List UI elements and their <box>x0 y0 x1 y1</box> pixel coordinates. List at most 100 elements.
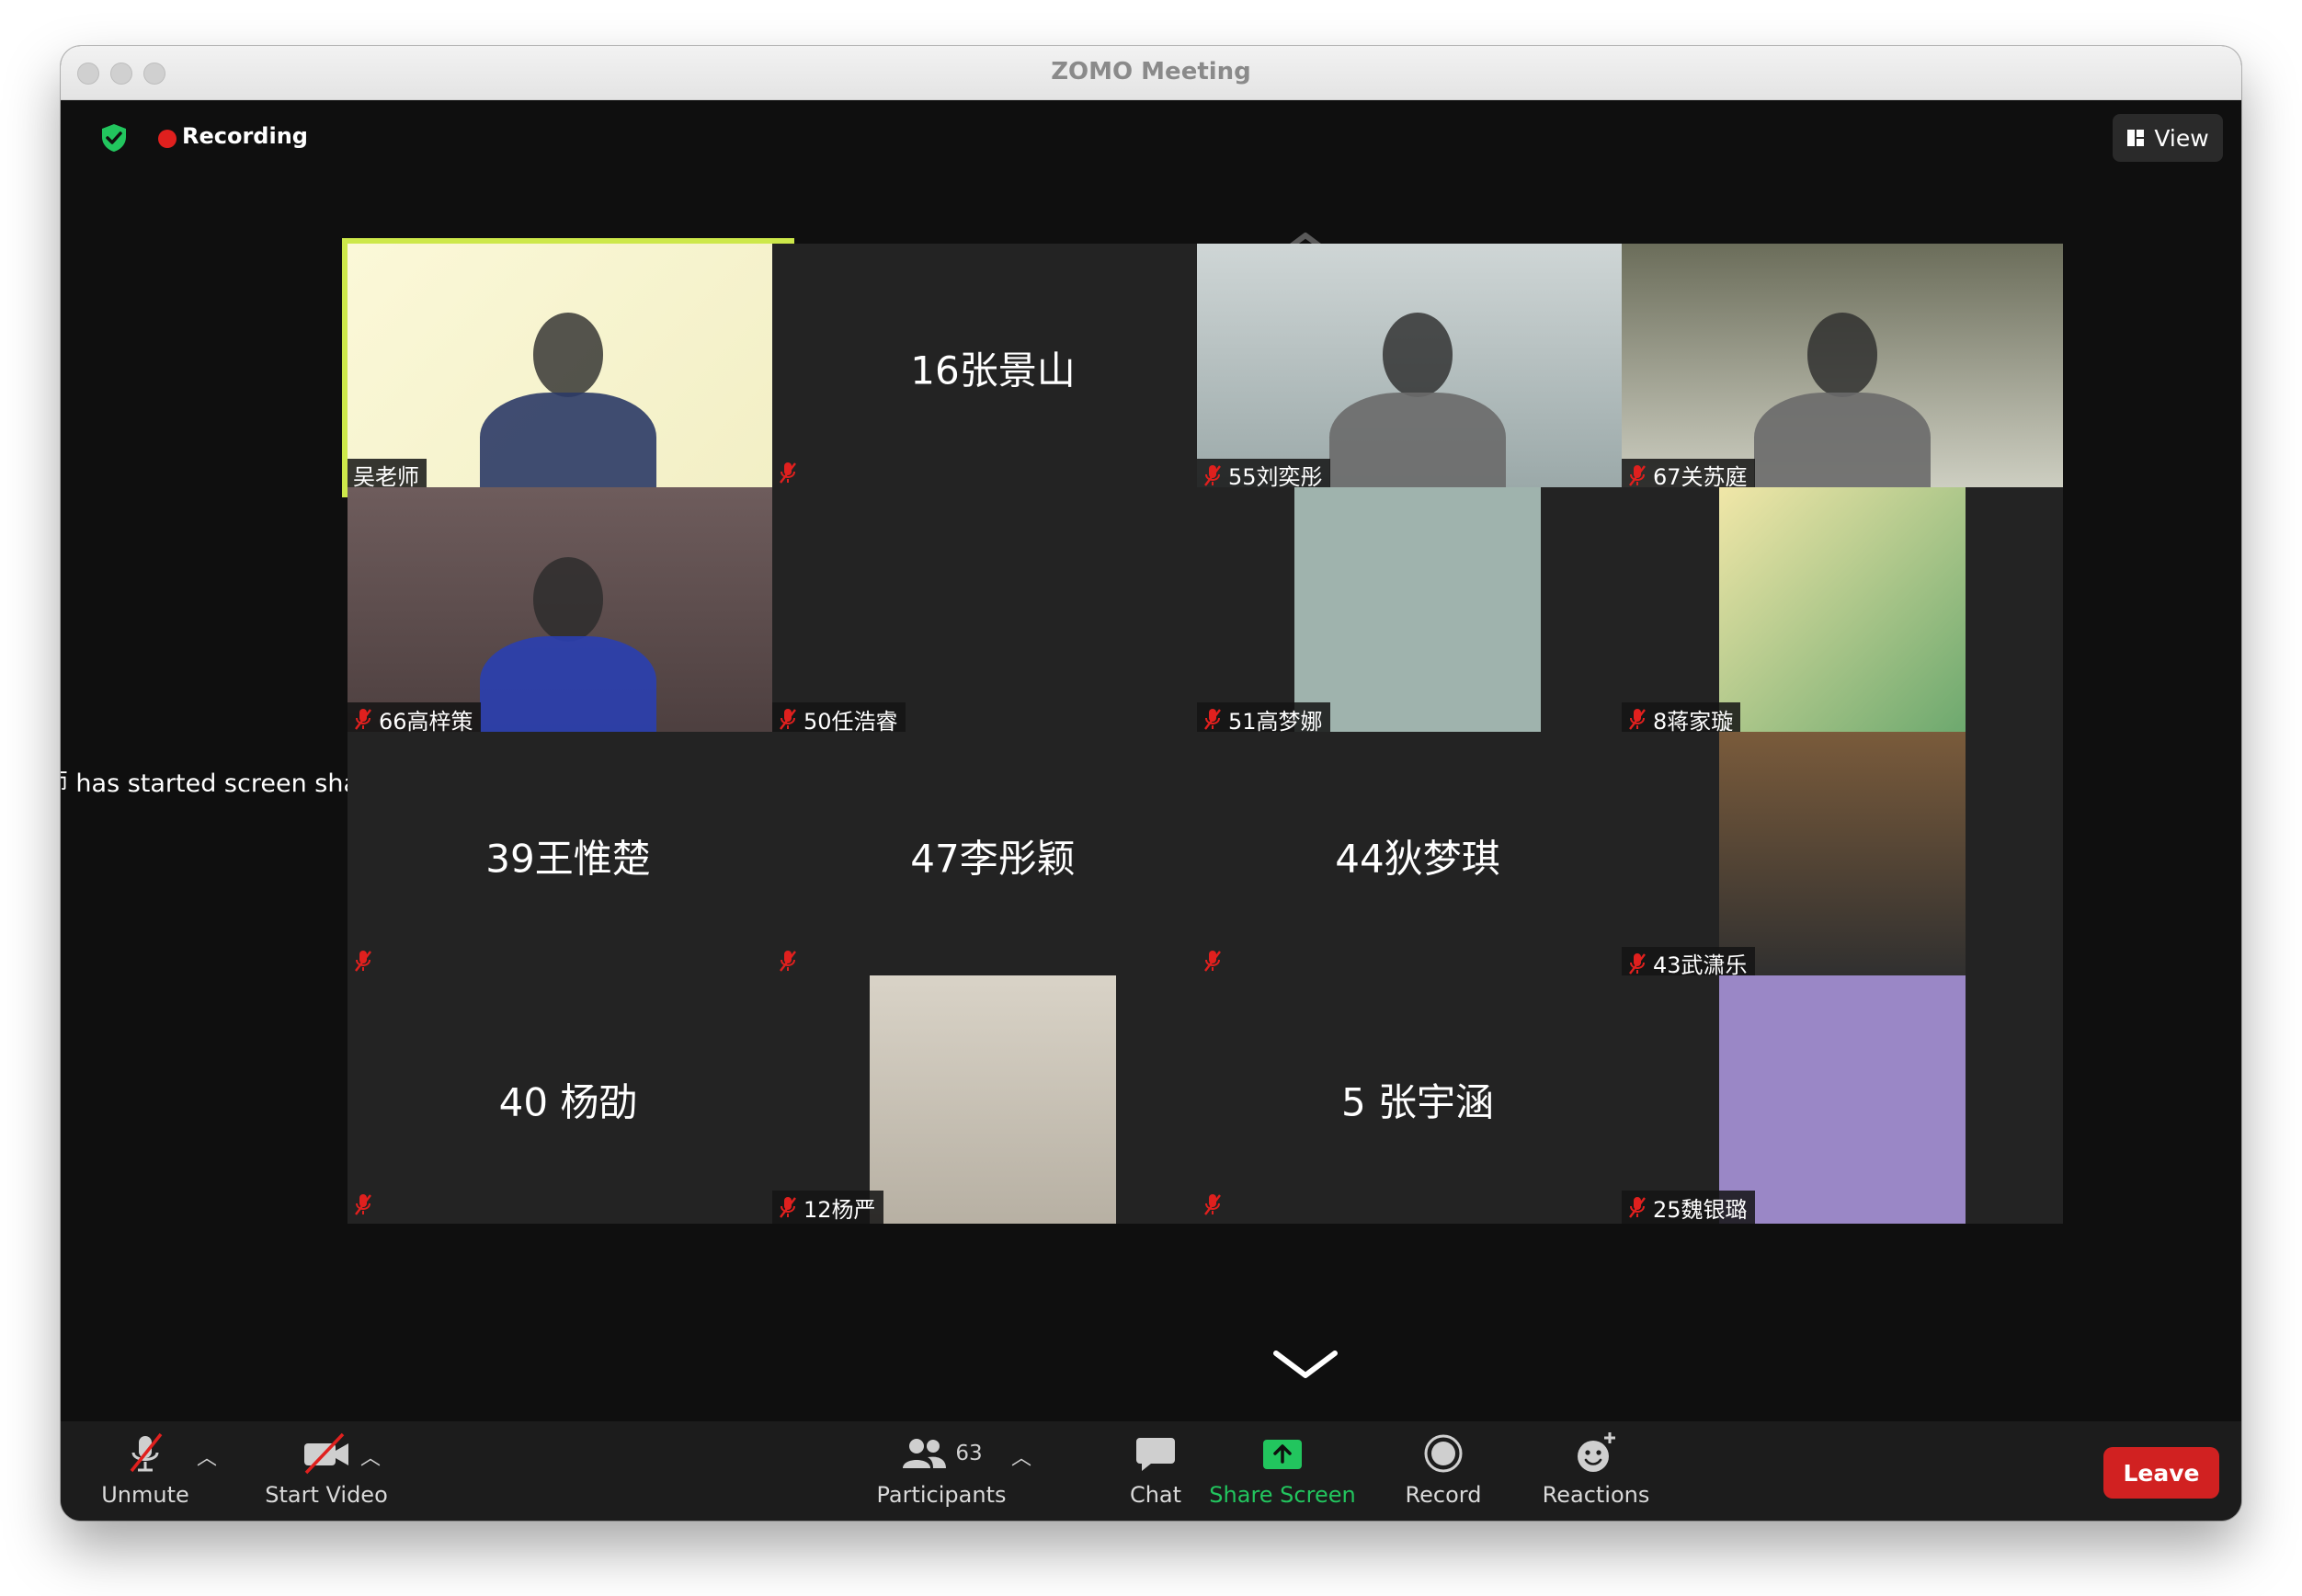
leave-button[interactable]: Leave <box>2103 1447 2219 1499</box>
person-body <box>480 392 656 492</box>
person-silhouette <box>532 556 604 642</box>
window-title: ZOMO Meeting <box>1051 58 1251 86</box>
participants-icon <box>903 1439 947 1468</box>
participant-tile[interactable]: 43武潇乐 <box>1622 731 2063 980</box>
screen-share-notice: 师 has started screen sha <box>61 770 359 798</box>
mic-muted-icon <box>780 1197 796 1219</box>
participant-tile[interactable]: 12杨严 <box>772 975 1214 1225</box>
security-shield-icon[interactable] <box>97 121 131 154</box>
participant-name: 12杨严 <box>803 1196 876 1223</box>
share-screen-label: Share Screen <box>1209 1482 1356 1508</box>
mic-muted-icon <box>355 950 371 972</box>
participant-tile[interactable]: 8蒋家璇 <box>1622 487 2063 736</box>
recording-dot-icon <box>158 130 177 148</box>
chat-bubble-icon <box>1136 1438 1175 1471</box>
start-video-label: Start Video <box>265 1482 388 1508</box>
participants-count: 63 <box>955 1442 983 1465</box>
participant-display-name: 5 张宇涵 <box>1340 1079 1495 1125</box>
mic-muted-icon <box>355 1194 371 1216</box>
record-icon <box>1424 1434 1463 1473</box>
muted-indicator <box>778 461 798 488</box>
reactions-label: Reactions <box>1542 1482 1650 1508</box>
view-button-label: View <box>2154 124 2209 152</box>
share-screen-icon <box>1263 1440 1302 1469</box>
video-options-caret-icon[interactable]: ︿ <box>360 1442 381 1471</box>
mic-muted-icon <box>1629 1197 1646 1219</box>
person-silhouette <box>1806 313 1878 398</box>
mic-muted-icon <box>1204 950 1221 972</box>
participant-tile[interactable]: 51高梦娜 <box>1197 487 1638 736</box>
participant-video-feed <box>1622 243 2063 492</box>
participants-button[interactable]: 63 Participants <box>866 1431 1017 1508</box>
participant-tile[interactable]: 吴老师 <box>348 243 789 492</box>
page-down-chevron-icon[interactable] <box>1272 1348 1339 1381</box>
mic-muted-icon <box>1204 1194 1221 1216</box>
muted-indicator <box>1202 949 1223 976</box>
participant-tile[interactable]: 16张景山 <box>772 243 1214 492</box>
person-body <box>1754 392 1931 492</box>
recording-label: Recording <box>182 123 308 149</box>
participant-name-tag: 25魏银璐 <box>1622 1191 1755 1225</box>
participant-avatar-image <box>1718 487 1966 736</box>
participant-avatar-image <box>1293 487 1542 736</box>
record-label: Record <box>1405 1482 1482 1508</box>
participant-video-feed <box>348 487 789 736</box>
mic-muted-icon <box>355 709 371 731</box>
participant-display-name: 16张景山 <box>910 348 1076 393</box>
person-silhouette <box>532 313 604 398</box>
muted-indicator <box>353 1192 373 1220</box>
participant-display-name: 40 杨劭 <box>498 1079 638 1125</box>
participant-avatar-image <box>869 975 1117 1225</box>
mic-muted-icon <box>780 462 796 484</box>
participant-tile[interactable]: 39王惟楚 <box>348 731 789 980</box>
participant-avatar-image <box>1718 975 1966 1225</box>
unmute-label: Unmute <box>101 1482 189 1508</box>
mic-muted-icon <box>1204 464 1221 486</box>
muted-indicator <box>778 949 798 976</box>
mic-muted-icon <box>780 709 796 731</box>
mic-muted-icon <box>1204 709 1221 731</box>
person-body <box>480 636 656 736</box>
share-screen-button[interactable]: Share Screen <box>1204 1431 1361 1508</box>
start-video-button[interactable]: Start Video <box>245 1431 408 1508</box>
participants-label: Participants <box>876 1482 1007 1508</box>
participant-tile[interactable]: 47李彤颖 <box>772 731 1214 980</box>
participant-name-tag: 12杨严 <box>772 1191 883 1225</box>
reactions-emoji-icon <box>1578 1432 1615 1472</box>
participant-display-name: 39王惟楚 <box>485 836 651 882</box>
audio-options-caret-icon[interactable]: ︿ <box>197 1442 217 1471</box>
person-body <box>1329 392 1506 492</box>
participant-display-name: 47李彤颖 <box>910 836 1076 882</box>
view-layout-icon <box>2127 130 2145 146</box>
participant-tile[interactable]: 44狄梦琪 <box>1197 731 1638 980</box>
mic-muted-icon <box>1629 709 1646 731</box>
participant-name: 25魏银璐 <box>1653 1196 1748 1223</box>
participant-tile[interactable]: 67关苏庭 <box>1622 243 2063 492</box>
participants-options-caret-icon[interactable]: ︿ <box>1011 1442 1031 1471</box>
participant-tile[interactable]: 25魏银璐 <box>1622 975 2063 1225</box>
reactions-button[interactable]: Reactions <box>1532 1431 1660 1508</box>
mic-muted-icon <box>1629 952 1646 975</box>
view-button[interactable]: View <box>2113 114 2223 162</box>
meeting-toolbar: Unmute ︿ Start Video ︿ 63 Participants ︿… <box>61 1421 2241 1521</box>
mic-muted-icon <box>780 950 796 972</box>
participant-avatar-image <box>1718 731 1966 980</box>
participant-tile[interactable]: 66高梓策 <box>348 487 789 736</box>
participant-video-feed <box>348 243 789 492</box>
muted-indicator <box>1202 1192 1223 1220</box>
participant-tile[interactable]: 55刘奕彤 <box>1197 243 1638 492</box>
unmute-button[interactable]: Unmute <box>88 1431 202 1508</box>
participant-tile[interactable]: 50任浩睿 <box>772 487 1214 736</box>
participant-tile[interactable]: 5 张宇涵 <box>1197 975 1638 1225</box>
participant-video-feed <box>1197 243 1638 492</box>
mic-muted-icon <box>1629 464 1646 486</box>
chat-button[interactable]: Chat <box>1114 1431 1197 1508</box>
camera-off-icon <box>304 1432 348 1475</box>
participant-display-name: 44狄梦琪 <box>1335 836 1500 882</box>
muted-indicator <box>353 949 373 976</box>
mic-muted-icon <box>130 1432 163 1473</box>
record-button[interactable]: Record <box>1388 1431 1499 1508</box>
title-bar: ZOMO Meeting <box>61 46 2241 100</box>
person-silhouette <box>1382 313 1453 398</box>
participant-tile[interactable]: 40 杨劭 <box>348 975 789 1225</box>
